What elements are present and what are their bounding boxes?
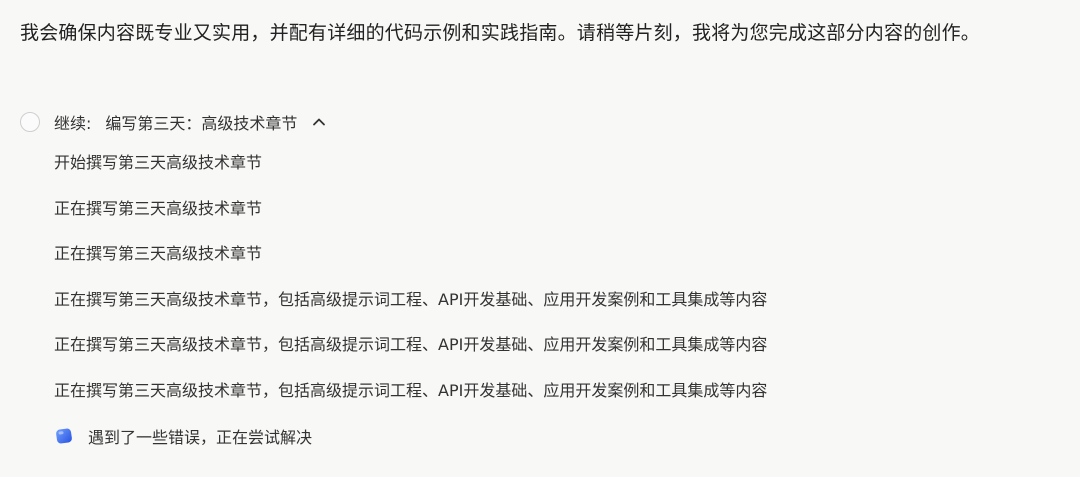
task-step: 正在撰写第三天高级技术章节，包括高级提示词工程、API开发基础、应用开发案例和工… <box>54 289 768 309</box>
pending-circle-icon <box>20 112 40 132</box>
task-step: 开始撰写第三天高级技术章节 <box>54 153 263 172</box>
error-status-row: 遇到了一些错误，正在尝试解决 <box>54 418 312 454</box>
task-step: 正在撰写第三天高级技术章节，包括高级提示词工程、API开发基础、应用开发案例和工… <box>54 335 768 354</box>
task-header[interactable]: 继续: 编写第三天：高级技术章节 <box>20 106 329 138</box>
assistant-message-intro: 我会确保内容既专业又实用，并配有详细的代码示例和实践指南。请稍等片刻，我将为您完… <box>20 22 981 44</box>
task-steps-list: 开始撰写第三天高级技术章节 正在撰写第三天高级技术章节 正在撰写第三天高级技术章… <box>54 140 767 413</box>
task-step: 正在撰写第三天高级技术章节 <box>54 198 263 218</box>
blue-gem-icon <box>54 426 74 446</box>
chevron-up-icon[interactable] <box>309 112 329 132</box>
task-prefix: 继续: <box>54 114 92 133</box>
task-title: 编写第三天：高级技术章节 <box>105 114 298 133</box>
task-step: 正在撰写第三天高级技术章节，包括高级提示词工程、API开发基础、应用开发案例和工… <box>54 380 768 400</box>
task-step: 正在撰写第三天高级技术章节 <box>54 244 263 263</box>
error-status-text: 遇到了一些错误，正在尝试解决 <box>88 428 313 447</box>
